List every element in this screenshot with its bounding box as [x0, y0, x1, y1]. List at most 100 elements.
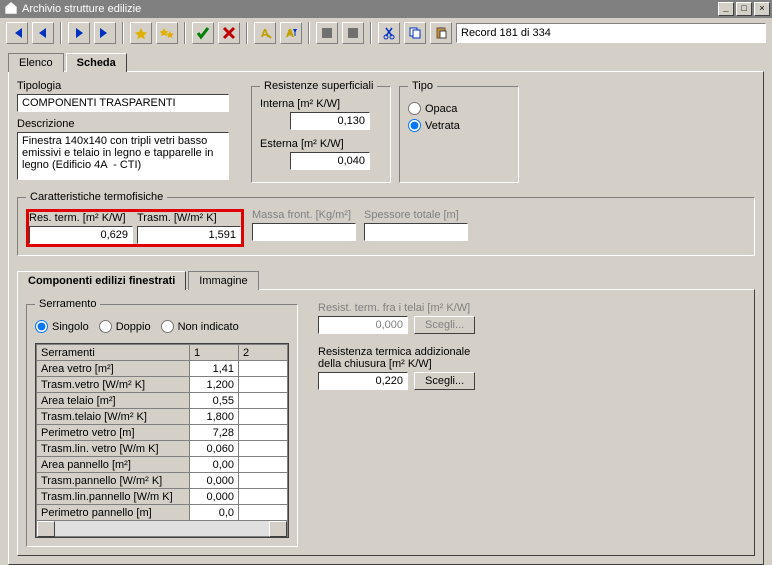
row-val1[interactable]: 1,800 [190, 409, 239, 425]
table-row[interactable]: Trasm.telaio [W/m² K]1,800 [37, 409, 288, 425]
accept-button[interactable] [192, 22, 214, 44]
interna-input[interactable] [290, 112, 370, 130]
esterna-label: Esterna [m² K/W] [260, 138, 382, 150]
close-button[interactable]: × [754, 2, 770, 16]
resist-chiusura-label: Resistenza termica addizionale della chi… [318, 346, 488, 370]
table-row[interactable]: Trasm.pannello [W/m² K]0,000 [37, 473, 288, 489]
main-tabs: Elenco Scheda [8, 52, 764, 71]
radio-vetrata[interactable]: Vetrata [408, 119, 510, 132]
maximize-button[interactable]: □ [736, 2, 752, 16]
res-term-input[interactable] [29, 226, 133, 244]
serramento-legend: Serramento [35, 298, 100, 310]
radio-non-indicato[interactable]: Non indicato [161, 320, 239, 333]
right-column: Resist. term. fra i telai [m² K/W] Scegl… [318, 298, 518, 402]
serramenti-table-wrap: Serramenti 1 2 Area vetro [m²]1,41Trasm.… [35, 343, 289, 538]
row-val1[interactable]: 0,55 [190, 393, 239, 409]
descrizione-label: Descrizione [17, 118, 243, 130]
table-row[interactable]: Trasm.lin. vetro [W/m K]0,060 [37, 441, 288, 457]
radio-doppio[interactable]: Doppio [99, 320, 151, 333]
table-row[interactable]: Area pannello [m²]0,00 [37, 457, 288, 473]
table-row[interactable]: Perimetro pannello [m]0,0 [37, 505, 288, 521]
new-record-button[interactable] [130, 22, 152, 44]
row-val2[interactable] [239, 377, 288, 393]
cancel-button[interactable] [218, 22, 240, 44]
table-row[interactable]: Trasm.lin.pannello [W/m K]0,000 [37, 489, 288, 505]
row-val1[interactable]: 7,28 [190, 425, 239, 441]
res-term-label: Res. term. [m² K/W] [29, 212, 133, 224]
th-serramenti[interactable]: Serramenti [37, 345, 190, 361]
scegli-telai-button: Scegli... [414, 316, 475, 334]
row-label: Perimetro vetro [m] [37, 425, 190, 441]
tab-elenco[interactable]: Elenco [8, 53, 64, 72]
row-val2[interactable] [239, 441, 288, 457]
tipologia-label: Tipologia [17, 80, 243, 92]
componenti-panel: Serramento Singolo Doppio Non indicato S… [17, 289, 755, 556]
tab-immagine[interactable]: Immagine [188, 271, 258, 290]
resist-chiusura-input[interactable] [318, 372, 408, 390]
resistenze-legend: Resistenze superficiali [260, 80, 377, 92]
spessore-label: Spessore totale [m] [364, 209, 468, 221]
massa-input[interactable] [252, 223, 356, 241]
scheda-panel: Tipologia Descrizione Finestra 140x140 c… [8, 71, 764, 565]
vetrata-label: Vetrata [425, 120, 460, 132]
radio-singolo[interactable]: Singolo [35, 320, 89, 333]
filter-button[interactable] [280, 22, 302, 44]
row-val1[interactable]: 1,200 [190, 377, 239, 393]
table-row[interactable]: Perimetro vetro [m]7,28 [37, 425, 288, 441]
tool2-button[interactable] [342, 22, 364, 44]
th-col2[interactable]: 2 [239, 345, 288, 361]
row-val1[interactable]: 0,000 [190, 489, 239, 505]
sub-tabs: Componenti edilizi finestrati Immagine [17, 270, 755, 289]
titlebar: Archivio strutture edilizie _ □ × [0, 0, 772, 18]
opaca-label: Opaca [425, 103, 457, 115]
copy-button[interactable] [404, 22, 426, 44]
trasm-input[interactable] [137, 226, 241, 244]
row-val2[interactable] [239, 489, 288, 505]
row-val2[interactable] [239, 409, 288, 425]
prev-record-button[interactable] [32, 22, 54, 44]
massa-label: Massa front. [Kg/m²] [252, 209, 356, 221]
tool1-button[interactable] [316, 22, 338, 44]
cut-button[interactable] [378, 22, 400, 44]
row-val1[interactable]: 1,41 [190, 361, 239, 377]
row-val2[interactable] [239, 425, 288, 441]
search-button[interactable] [254, 22, 276, 44]
duplicate-record-button[interactable] [156, 22, 178, 44]
row-val1[interactable]: 0,0 [190, 505, 239, 521]
paste-button[interactable] [430, 22, 452, 44]
caratteristiche-legend: Caratteristiche termofisiche [26, 191, 167, 203]
tab-componenti[interactable]: Componenti edilizi finestrati [17, 271, 186, 290]
serramenti-table: Serramenti 1 2 Area vetro [m²]1,41Trasm.… [36, 344, 288, 521]
th-col1[interactable]: 1 [190, 345, 239, 361]
row-val1[interactable]: 0,00 [190, 457, 239, 473]
esterna-input[interactable] [290, 152, 370, 170]
table-scrollbar[interactable] [36, 521, 288, 537]
row-val2[interactable] [239, 457, 288, 473]
tipologia-input[interactable] [17, 94, 229, 112]
table-row[interactable]: Trasm.vetro [W/m² K]1,200 [37, 377, 288, 393]
toolbar [0, 18, 772, 48]
radio-opaca[interactable]: Opaca [408, 102, 510, 115]
window-title: Archivio strutture edilizie [22, 3, 718, 15]
next-record-button[interactable] [68, 22, 90, 44]
last-record-button[interactable] [94, 22, 116, 44]
row-val2[interactable] [239, 505, 288, 521]
row-val2[interactable] [239, 361, 288, 377]
row-val1[interactable]: 0,000 [190, 473, 239, 489]
caratteristiche-group: Caratteristiche termofisiche Res. term. … [17, 191, 755, 256]
first-record-button[interactable] [6, 22, 28, 44]
tab-scheda[interactable]: Scheda [66, 53, 127, 72]
descrizione-textarea[interactable]: Finestra 140x140 con tripli vetri basso … [17, 132, 229, 180]
spessore-input[interactable] [364, 223, 468, 241]
row-label: Trasm.lin. vetro [W/m K] [37, 441, 190, 457]
app-icon [4, 1, 18, 18]
row-val2[interactable] [239, 393, 288, 409]
scegli-chiusura-button[interactable]: Scegli... [414, 372, 475, 390]
table-row[interactable]: Area telaio [m²]0,55 [37, 393, 288, 409]
minimize-button[interactable]: _ [718, 2, 734, 16]
highlight-box: Res. term. [m² K/W] Trasm. [W/m² K] [26, 209, 244, 247]
table-row[interactable]: Area vetro [m²]1,41 [37, 361, 288, 377]
row-val1[interactable]: 0,060 [190, 441, 239, 457]
record-indicator[interactable] [456, 23, 766, 43]
row-val2[interactable] [239, 473, 288, 489]
